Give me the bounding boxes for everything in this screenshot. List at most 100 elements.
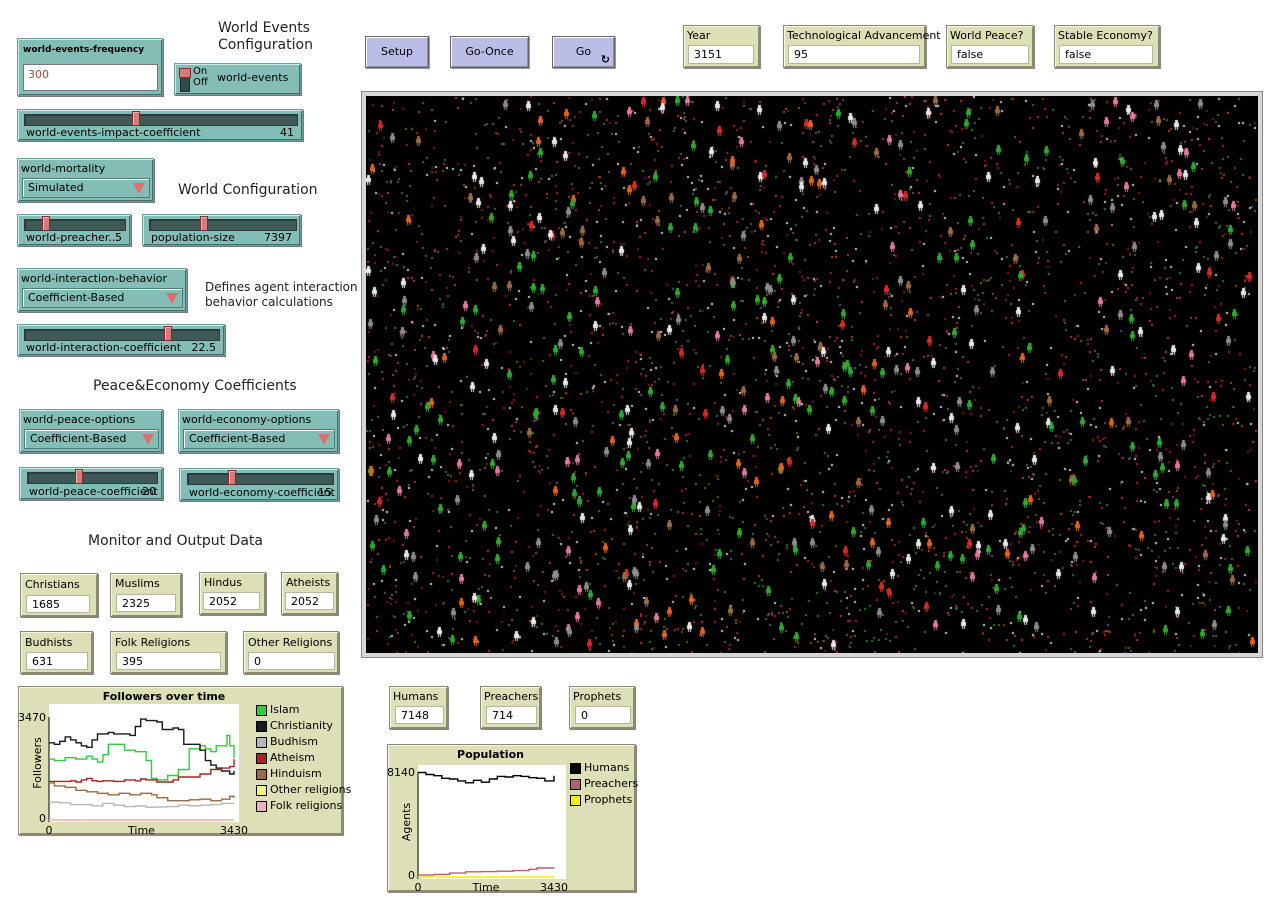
legend-label: Hinduism [270,767,322,780]
chooser-label: world-economy-options [182,413,312,426]
monitor-label: Technological Advancement [787,29,941,42]
legend-swatch [570,779,581,790]
world-economy-options-chooser[interactable]: world-economy-options Coefficient-Based [178,409,339,453]
slider-value: 5 [115,231,122,244]
chooser-value-box[interactable]: Simulated [22,178,150,198]
switch-knob [179,68,191,78]
go-once-button[interactable]: Go-Once [450,36,529,68]
monitor-value: 2052 [285,592,334,610]
slider-value: 15 [318,486,332,499]
x-tick-label-min: 0 [415,881,422,891]
slider-thumb[interactable] [163,326,172,341]
y-tick-label-max: 3470 [19,711,46,724]
world-events-switch[interactable]: On Off world-events [174,63,301,95]
monitor-label: Stable Economy? [1058,29,1153,42]
note-world-config: World Configuration [178,182,318,198]
chooser-label: world-mortality [21,162,106,175]
chooser-value-box[interactable]: Coefficient-Based [183,429,335,449]
world-interaction-slider[interactable]: world-interaction-coefficient 22.5 [17,324,225,356]
population-size-slider[interactable]: population-size 7397 [142,214,301,246]
slider-label: world-events-impact-coefficient [26,126,201,139]
monitor-value: 631 [26,652,88,670]
note-world-events-config: World Events Configuration [218,20,313,54]
chooser-value: Simulated [28,181,84,194]
world-peace-options-chooser[interactable]: world-peace-options Coefficient-Based [19,409,163,453]
chooser-value: Coefficient-Based [28,291,125,304]
hindus-monitor: Hindus 2052 [199,572,266,615]
y-tick-label-max: 8140 [388,766,415,779]
monitor-label: Year [687,29,711,42]
slider-track[interactable] [24,114,298,126]
note-line: Defines agent interaction [205,280,358,294]
monitor-value: 0 [575,706,631,724]
chevron-down-icon [142,434,154,445]
slider-label: world-preacher... [26,231,119,244]
monitor-value: 7148 [395,706,444,724]
monitor-label: Other Religions [248,636,333,649]
world-interaction-behavior-chooser[interactable]: world-interaction-behavior Coefficient-B… [17,268,187,312]
atheists-monitor: Atheists 2052 [281,572,338,615]
world-view[interactable] [366,96,1258,653]
monitor-value: 3151 [688,45,754,64]
y-axis-label: Followers [31,737,44,789]
monitor-value: 2052 [203,592,260,610]
slider-track[interactable] [27,472,158,484]
legend-swatch [256,801,267,812]
slider-thumb[interactable] [132,111,141,126]
world-events-frequency-field[interactable]: 300 [23,64,158,91]
monitor-value: 2325 [116,594,176,612]
chooser-value-box[interactable]: Coefficient-Based [22,288,183,308]
legend-swatch [256,737,267,748]
world-view-frame [361,91,1263,658]
monitor-label: Folk Religions [115,636,191,649]
slider-track[interactable] [24,329,220,341]
world-events-frequency-input[interactable]: world-events-frequency 300 [17,38,163,96]
slider-track[interactable] [187,473,334,485]
x-axis-label: Time [127,824,155,834]
setup-button[interactable]: Setup [365,36,429,68]
slider-thumb[interactable] [228,470,237,485]
plot-area [418,765,566,879]
switch-on-label: On [193,66,208,77]
slider-thumb[interactable] [42,216,51,231]
legend-label: Prophets [584,793,633,806]
slider-label: world-peace-coefficient [29,485,158,498]
slider-value: 41 [280,126,294,139]
slider-value: 7397 [264,231,292,244]
x-tick-label-min: 0 [46,824,53,834]
followers-plot: Followers over time 3470 0 0 3430 Time Follow… [18,686,351,835]
world-economy-slider[interactable]: world-economy-coefficient 15 [179,468,339,501]
legend-label: Humans [584,761,630,774]
slider-track[interactable] [149,219,297,231]
forever-loop-icon: ↻ [600,53,610,66]
monitor-label: Preachers [484,690,539,703]
chooser-value-box[interactable]: Coefficient-Based [24,429,159,449]
world-preacher-slider[interactable]: world-preacher... 5 [17,214,131,246]
chooser-label: world-interaction-behavior [21,272,167,285]
slider-value: 20 [142,485,156,498]
slider-thumb[interactable] [75,469,84,484]
world-events-impact-slider[interactable]: world-events-impact-coefficient 41 [17,109,303,141]
monitor-value: 0 [248,652,335,670]
slider-track[interactable] [24,219,126,231]
note-line: World Events [218,20,310,36]
world-peace-slider[interactable]: world-peace-coefficient 20 [19,467,163,500]
note-interaction-desc: Defines agent interaction behavior calcu… [205,280,358,310]
note-monitor-output: Monitor and Output Data [88,533,263,549]
legend-swatch [256,769,267,780]
slider-thumb[interactable] [200,216,209,231]
chevron-down-icon [133,183,145,194]
chooser-value: Coefficient-Based [30,432,127,445]
preachers-monitor: Preachers 714 [480,686,541,729]
input-label: world-events-frequency [23,45,145,55]
world-mortality-chooser[interactable]: world-mortality Simulated [17,158,154,202]
note-line: behavior calculations [205,295,333,309]
x-tick-label-max: 3430 [540,881,568,891]
tech-advancement-monitor: Technological Advancement 95 [783,25,941,68]
go-label: Go [575,45,592,58]
monitor-value: false [1059,45,1153,64]
go-button[interactable]: Go ↻ [552,36,615,68]
monitor-value: 714 [486,706,537,724]
legend-label: Other religions [270,783,352,796]
monitor-label: Christians [25,578,80,591]
